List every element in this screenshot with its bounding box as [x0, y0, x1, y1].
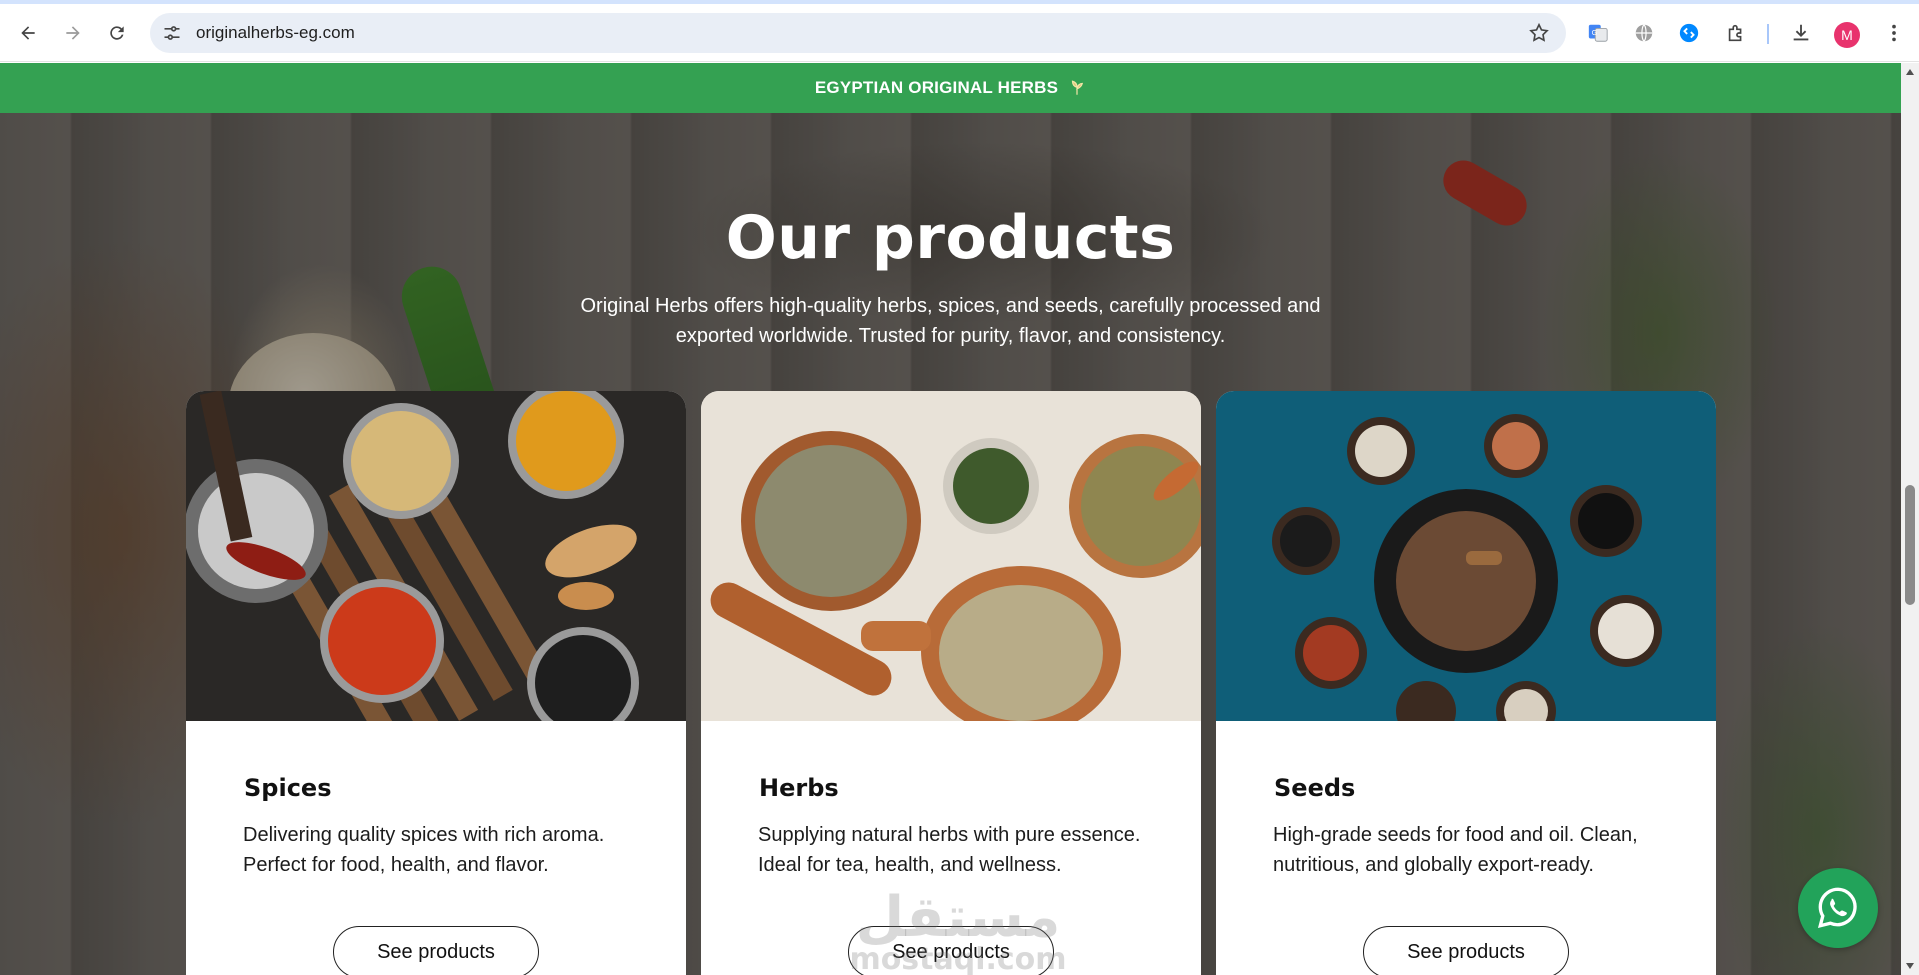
kebab-menu-icon	[1892, 24, 1896, 42]
language-extension[interactable]	[1632, 21, 1656, 45]
address-bar[interactable]: originalherbs-eg.com	[150, 13, 1566, 53]
arrow-left-icon	[21, 26, 35, 40]
see-products-button[interactable]: See products	[1363, 926, 1569, 975]
arrow-right-icon	[66, 26, 80, 40]
browser-toolbar: originalherbs-eg.com G M	[0, 4, 1919, 62]
toolbar-divider	[1767, 24, 1769, 44]
url-text[interactable]: originalherbs-eg.com	[196, 23, 355, 43]
star-icon[interactable]	[1528, 22, 1550, 44]
page-subtitle: Original Herbs offers high-quality herbs…	[580, 295, 1321, 347]
product-description: Delivering quality spices with rich arom…	[243, 824, 605, 876]
whatsapp-button[interactable]	[1798, 868, 1878, 948]
spices-photo	[186, 391, 686, 721]
puzzle-icon	[1728, 24, 1742, 42]
extensions-button[interactable]	[1724, 21, 1748, 45]
globe-icon	[1635, 24, 1653, 42]
browser-menu-button[interactable]	[1882, 21, 1906, 45]
product-description: High-grade seeds for food and oil. Clean…	[1273, 824, 1638, 876]
page-scrollbar[interactable]	[1901, 63, 1919, 975]
scrollbar-thumb[interactable]	[1905, 485, 1915, 605]
shazam-extension[interactable]	[1677, 21, 1701, 45]
tune-icon[interactable]	[162, 23, 182, 43]
reload-button[interactable]	[101, 17, 133, 49]
announcement-bar: EGYPTIAN ORIGINAL HERBS	[0, 63, 1901, 113]
translate-extension[interactable]: G	[1586, 21, 1610, 45]
product-title: Seeds	[1274, 774, 1356, 802]
seeds-photo	[1216, 391, 1716, 721]
product-description: Supplying natural herbs with pure essenc…	[758, 824, 1141, 876]
see-products-button[interactable]: See products	[333, 926, 539, 975]
shazam-icon	[1679, 23, 1699, 43]
announcement-text: EGYPTIAN ORIGINAL HERBS	[814, 78, 1059, 97]
watermark-arabic: مستقل	[855, 885, 1061, 950]
product-card-spices[interactable]: Spices Delivering quality spices with ri…	[186, 391, 686, 975]
reload-icon	[110, 26, 124, 40]
profile-avatar[interactable]: M	[1834, 22, 1860, 48]
herb-leaf-icon	[1072, 80, 1084, 95]
whatsapp-icon	[1817, 887, 1857, 929]
svg-text:G: G	[1592, 28, 1598, 37]
product-title: Herbs	[759, 774, 839, 802]
herbs-photo	[701, 391, 1201, 721]
downloads-button[interactable]	[1789, 21, 1813, 45]
google-translate-icon: G	[1588, 24, 1608, 42]
product-card-seeds[interactable]: Seeds High-grade seeds for food and oil.…	[1216, 391, 1716, 975]
page-viewport: EGYPTIAN ORIGINAL HERBS Our products Ori…	[0, 63, 1901, 975]
back-button[interactable]	[12, 17, 44, 49]
scroll-up-arrow-icon[interactable]	[1906, 69, 1914, 75]
products-hero: Our products Original Herbs offers high-…	[0, 113, 1901, 975]
watermark-latin: mostaql.com	[849, 942, 1067, 975]
page-title: Our products	[725, 203, 1176, 273]
download-icon	[1793, 24, 1809, 41]
forward-button[interactable]	[57, 17, 89, 49]
product-title: Spices	[244, 774, 332, 802]
watermark: مستقل mostaql.com	[843, 890, 1073, 975]
scroll-down-arrow-icon[interactable]	[1906, 963, 1914, 969]
